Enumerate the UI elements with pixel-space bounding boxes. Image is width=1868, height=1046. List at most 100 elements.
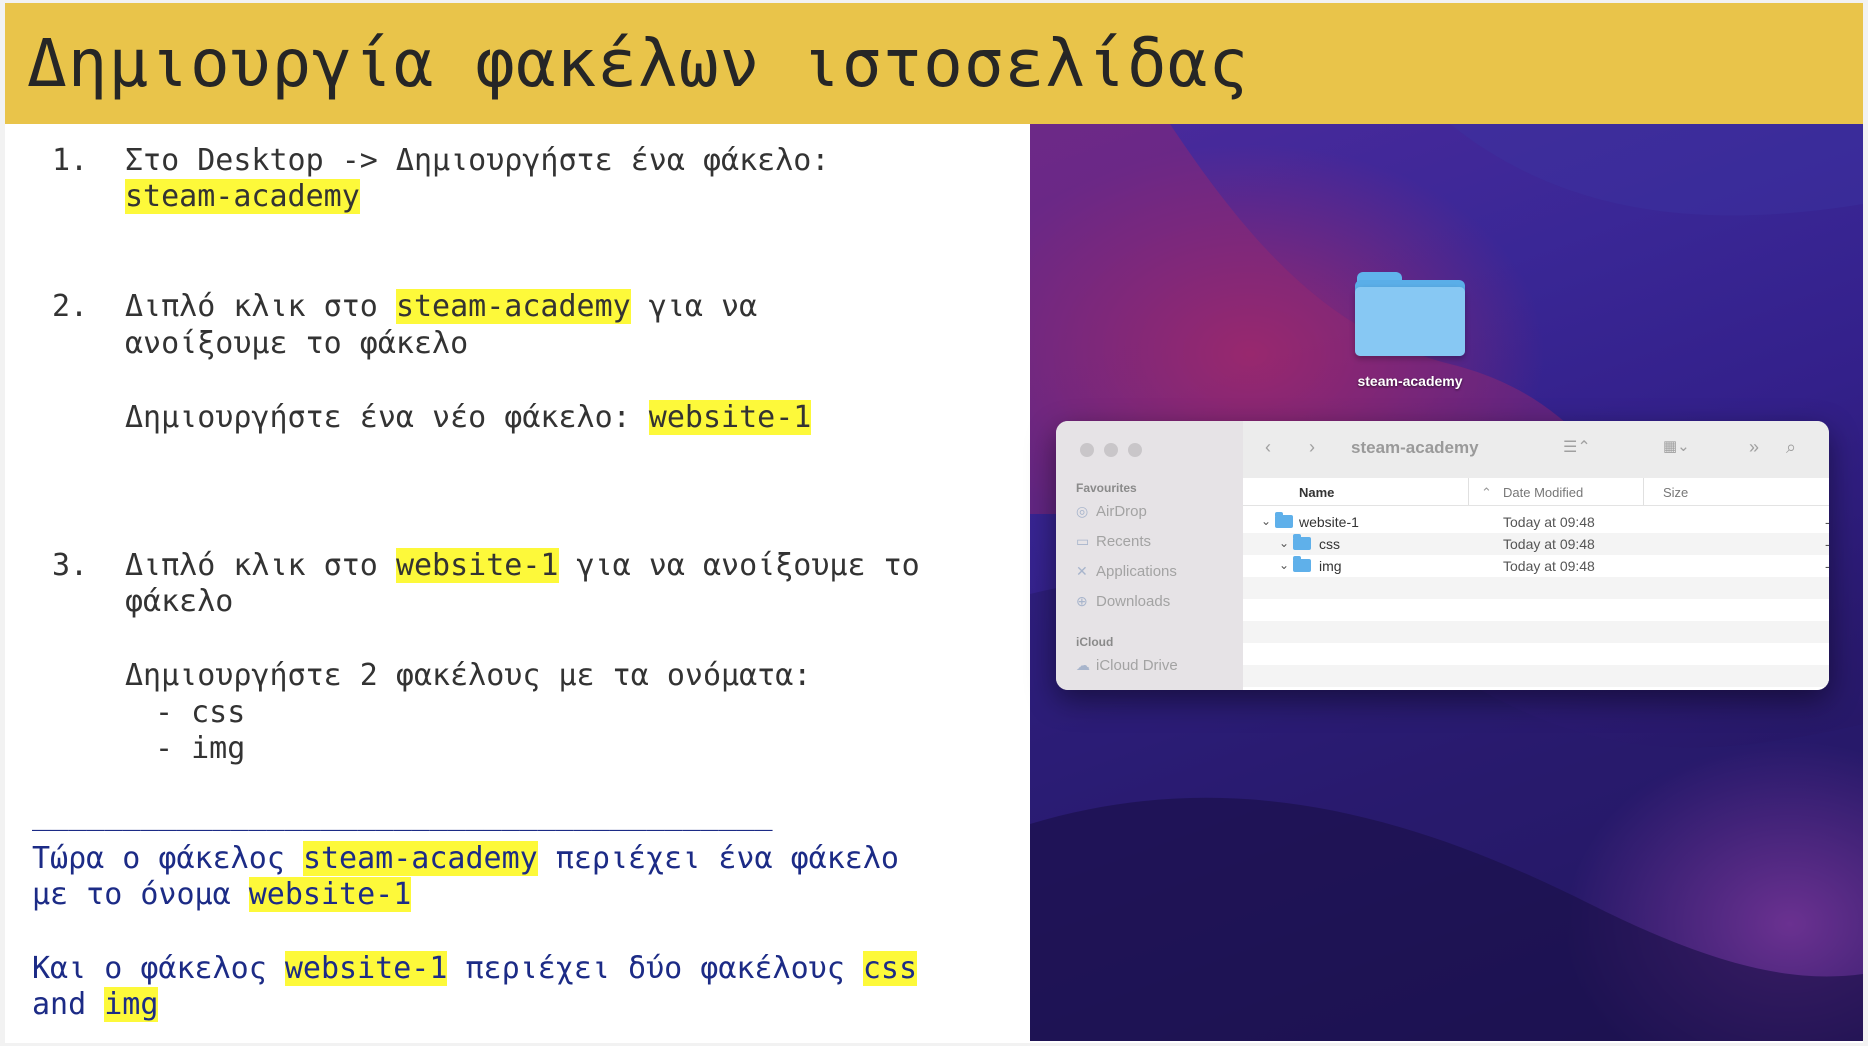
- file-name: css: [1319, 536, 1340, 552]
- empty-row: [1243, 621, 1829, 643]
- sidebar-item-recents[interactable]: ▭ Recents: [1076, 533, 1151, 550]
- column-divider: [1643, 478, 1644, 505]
- file-date: Today at 09:48: [1503, 558, 1595, 574]
- finder-sidebar: Favourites ◎ AirDrop ▭ Recents ✕ Applicatio…: [1056, 421, 1243, 690]
- minimize-window-button[interactable]: [1104, 443, 1118, 457]
- file-row-img[interactable]: ⌄ img Today at 09:48 -: [1243, 555, 1829, 577]
- summary-text: περιέχει δύο φακέλους: [447, 951, 863, 986]
- bullet-img: - img: [155, 731, 246, 766]
- sidebar-item-downloads[interactable]: ⊕ Downloads: [1076, 593, 1170, 610]
- file-date: Today at 09:48: [1503, 536, 1595, 552]
- recents-icon: ▭: [1076, 533, 1090, 549]
- highlight-steam-academy: steam-academy: [302, 841, 538, 876]
- summary-line-2: με το όνομα website-1: [32, 877, 412, 912]
- airdrop-icon: ◎: [1076, 503, 1089, 519]
- sidebar-item-label: Applications: [1096, 563, 1177, 580]
- finder-window[interactable]: Favourites ◎ AirDrop ▭ Recents ✕ Applicatio…: [1056, 421, 1829, 690]
- sidebar-heading-favourites: Favourites: [1076, 481, 1137, 495]
- step-2-text-pre: Διπλό κλικ στο: [125, 289, 396, 324]
- file-name: img: [1319, 558, 1342, 574]
- highlight-website-1: website-1: [284, 951, 448, 986]
- column-date-header[interactable]: Date Modified: [1503, 485, 1583, 500]
- forward-arrow-icon[interactable]: ›: [1309, 437, 1315, 458]
- step-1-number: 1.: [52, 143, 89, 178]
- sidebar-item-icloud-drive[interactable]: ☁ iCloud Drive: [1076, 657, 1178, 674]
- empty-row: [1243, 577, 1829, 599]
- finder-window-title: steam-academy: [1351, 438, 1479, 457]
- highlight-website-1: website-1: [648, 400, 812, 435]
- downloads-icon: ⊕: [1076, 593, 1088, 609]
- empty-row: [1243, 665, 1829, 687]
- list-view-icon[interactable]: ☰⌃: [1563, 437, 1591, 457]
- column-size-header[interactable]: Size: [1663, 485, 1688, 500]
- sidebar-item-label: iCloud Drive: [1096, 657, 1178, 674]
- column-headers: Name ⌃ Date Modified Size: [1243, 478, 1829, 506]
- summary-text: Τώρα ο φάκελος: [32, 841, 303, 876]
- step-3-text-pre: Διπλό κλικ στο: [125, 548, 396, 583]
- step-3-line-3: Δημιουργήστε 2 φακέλους με τα ονόματα:: [125, 658, 812, 693]
- step-2-line-1: Διπλό κλικ στο steam-academy για να: [125, 289, 757, 324]
- group-view-icon[interactable]: ▦⌄: [1663, 437, 1690, 455]
- step-2-create-text: Δημιουργήστε ένα νέο φάκελο:: [125, 400, 649, 435]
- column-divider: [1468, 478, 1469, 505]
- sidebar-heading-icloud: iCloud: [1076, 635, 1114, 649]
- disclosure-chevron-icon[interactable]: ⌄: [1261, 514, 1271, 528]
- step-3-text-post: για να ανοίξουμε το: [558, 548, 920, 583]
- file-row-website-1[interactable]: ⌄ website-1 Today at 09:48 -: [1243, 511, 1829, 533]
- step-2-line-2: ανοίξουμε το φάκελο: [125, 326, 469, 361]
- sidebar-item-label: Recents: [1096, 533, 1152, 550]
- slide-title: Δημιουργία φακέλων ιστοσελίδας: [27, 25, 1250, 102]
- folder-icon: [1275, 512, 1293, 528]
- disclosure-chevron-icon[interactable]: ⌄: [1279, 536, 1289, 550]
- file-size: -: [1825, 536, 1829, 552]
- highlight-img: img: [104, 987, 159, 1022]
- step-3-number: 3.: [52, 548, 89, 583]
- separator-line: ________________________________________…: [32, 797, 773, 832]
- step-3-line-1: Διπλό κλικ στο website-1 για να ανοίξουμ…: [125, 548, 920, 583]
- summary-line-4: and img: [32, 987, 159, 1022]
- sidebar-item-airdrop[interactable]: ◎ AirDrop: [1076, 503, 1147, 520]
- summary-text: and: [32, 987, 105, 1022]
- sidebar-item-label: AirDrop: [1096, 503, 1147, 520]
- back-arrow-icon[interactable]: ‹: [1265, 437, 1271, 458]
- highlight-website-1: website-1: [248, 877, 412, 912]
- file-row-css[interactable]: ⌄ css Today at 09:48 -: [1243, 533, 1829, 555]
- step-2-line-3: Δημιουργήστε ένα νέο φάκελο: website-1: [125, 400, 812, 435]
- highlight-steam-academy: steam-academy: [125, 179, 360, 214]
- sort-chevron-icon: ⌃: [1481, 485, 1492, 500]
- summary-line-3: Και ο φάκελος website-1 περιέχει δύο φακ…: [32, 951, 918, 986]
- step-1-line-2: steam-academy: [125, 179, 360, 214]
- step-2-text-post: για να: [630, 289, 758, 324]
- zoom-window-button[interactable]: [1128, 443, 1142, 457]
- title-bar: Δημιουργία φακέλων ιστοσελίδας: [5, 3, 1863, 124]
- step-3-line-2: φάκελο: [125, 584, 234, 619]
- column-name-header[interactable]: Name: [1299, 485, 1334, 500]
- disclosure-chevron-icon[interactable]: ⌄: [1279, 558, 1289, 572]
- sidebar-item-applications[interactable]: ✕ Applications: [1076, 563, 1177, 580]
- summary-line-1: Τώρα ο φάκελος steam-academy περιέχει έν…: [32, 841, 899, 876]
- file-name: website-1: [1299, 514, 1359, 530]
- highlight-website-1: website-1: [395, 548, 559, 583]
- summary-text: Και ο φάκελος: [32, 951, 285, 986]
- step-1-line-1: Στο Desktop -> Δημιουργήστε ένα φάκελο:: [125, 143, 830, 178]
- highlight-css: css: [862, 951, 918, 986]
- folder-icon: [1293, 556, 1311, 572]
- bullet-css: - css: [155, 695, 246, 730]
- desktop-folder-label[interactable]: steam-academy: [1310, 373, 1510, 389]
- icloud-drive-icon: ☁: [1076, 657, 1090, 673]
- summary-text: περιέχει ένα φάκελο: [537, 841, 899, 876]
- close-window-button[interactable]: [1080, 443, 1094, 457]
- finder-toolbar: ‹ › steam-academy ☰⌃ ▦⌄ » ⌕: [1243, 421, 1829, 479]
- sidebar-item-label: Downloads: [1096, 593, 1171, 610]
- search-icon[interactable]: ⌕: [1786, 437, 1796, 458]
- more-chevron-icon[interactable]: »: [1749, 437, 1759, 458]
- finder-file-list: Name ⌃ Date Modified Size ⌄ website-1 To…: [1243, 478, 1829, 690]
- highlight-steam-academy: steam-academy: [395, 289, 631, 324]
- applications-icon: ✕: [1076, 563, 1088, 579]
- file-date: Today at 09:48: [1503, 514, 1595, 530]
- summary-text: με το όνομα: [32, 877, 249, 912]
- file-size: -: [1825, 558, 1829, 574]
- folder-icon: [1293, 534, 1311, 550]
- steam-academy-folder-icon[interactable]: [1355, 272, 1465, 356]
- file-size: -: [1825, 514, 1829, 530]
